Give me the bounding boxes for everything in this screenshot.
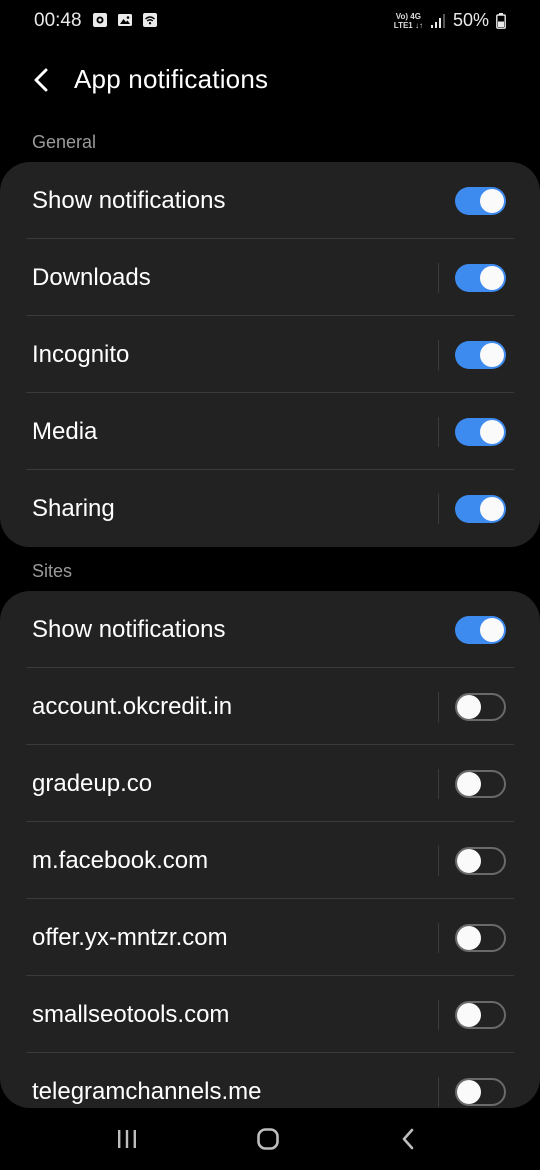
status-bar: 00:48 Vo) 4G LTE1 ↓↑ 50%: [0, 0, 540, 44]
battery-percentage: 50%: [452, 10, 489, 30]
vertical-separator: [438, 922, 439, 953]
row-label: gradeup.co: [32, 769, 153, 797]
toggle-switch[interactable]: [455, 846, 506, 875]
sites-row-smallseotools-com[interactable]: smallseotools.com: [0, 976, 540, 1053]
toggle-knob: [480, 419, 504, 444]
toggle-knob: [480, 496, 504, 521]
row-label: telegramchannels.me: [32, 1077, 262, 1105]
toggle-knob: [457, 925, 481, 950]
battery-icon: [496, 12, 506, 29]
row-label: Incognito: [32, 340, 130, 368]
row-label: offer.yx-mntzr.com: [32, 923, 228, 951]
vertical-separator: [438, 416, 439, 447]
back-arrow-icon[interactable]: [26, 64, 58, 96]
sites-row-offer-yx-mntzr-com[interactable]: offer.yx-mntzr.com: [0, 899, 540, 976]
general-row-media[interactable]: Media: [0, 393, 540, 470]
toggle-switch[interactable]: [455, 494, 506, 523]
toggle-knob: [480, 188, 504, 213]
row-label: Show notifications: [32, 615, 226, 643]
network-type-indicator: Vo) 4G LTE1 ↓↑: [393, 11, 423, 30]
vertical-separator: [438, 768, 439, 799]
page-title: App notifications: [74, 64, 269, 94]
toggle-switch[interactable]: [455, 923, 506, 952]
back-nav-icon[interactable]: [394, 1124, 424, 1154]
wifi-notification-icon: [143, 13, 157, 27]
vertical-separator: [438, 1076, 439, 1107]
general-row-incognito[interactable]: Incognito: [0, 316, 540, 393]
vertical-separator: [438, 999, 439, 1030]
toggle-switch[interactable]: [455, 417, 506, 446]
sites-row-account-okcredit-in[interactable]: account.okcredit.in: [0, 668, 540, 745]
section-header-general: General: [32, 132, 97, 152]
media-notification-icon: [93, 13, 107, 27]
toggle-switch[interactable]: [455, 1077, 506, 1106]
toggle-switch[interactable]: [455, 692, 506, 721]
toggle-switch[interactable]: [455, 340, 506, 369]
navigation-bar: [0, 1108, 540, 1170]
vertical-separator: [438, 493, 439, 524]
toggle-knob: [457, 1079, 481, 1104]
toggle-knob: [457, 771, 481, 796]
toggle-switch[interactable]: [455, 186, 506, 215]
vertical-separator: [438, 339, 439, 370]
status-time: 00:48: [34, 10, 82, 31]
toggle-switch[interactable]: [455, 769, 506, 798]
general-row-sharing[interactable]: Sharing: [0, 470, 540, 547]
toggle-switch[interactable]: [455, 263, 506, 292]
toggle-knob: [480, 342, 504, 367]
app-bar: App notifications: [0, 54, 540, 108]
toggle-switch[interactable]: [455, 1000, 506, 1029]
row-label: account.okcredit.in: [32, 692, 233, 720]
row-label: Downloads: [32, 263, 151, 291]
signal-strength-icon: [430, 13, 445, 28]
toggle-switch[interactable]: [455, 615, 506, 644]
section-header-sites: Sites: [32, 561, 73, 581]
recent-apps-icon[interactable]: [112, 1124, 142, 1154]
toggle-knob: [480, 617, 504, 642]
sites-settings-card: Show notifications account.okcredit.in gra…: [0, 591, 540, 1108]
toggle-knob: [457, 848, 481, 873]
status-system-icons: Vo) 4G LTE1 ↓↑ 50%: [394, 10, 506, 31]
toggle-knob: [480, 265, 504, 290]
status-notification-icons: [92, 12, 158, 28]
toggle-knob: [457, 694, 481, 719]
general-settings-card: Show notifications Downloads Incognito Medi…: [0, 162, 540, 547]
vertical-separator: [438, 845, 439, 876]
vertical-separator: [438, 262, 439, 293]
sites-row-telegramchannels-me[interactable]: telegramchannels.me: [0, 1053, 540, 1108]
toggle-knob: [457, 1002, 481, 1027]
vertical-separator: [438, 691, 439, 722]
general-row-downloads[interactable]: Downloads: [0, 239, 540, 316]
row-label: Show notifications: [32, 186, 226, 214]
general-row-show-notifications[interactable]: Show notifications: [0, 162, 540, 239]
sites-row-m-facebook-com[interactable]: m.facebook.com: [0, 822, 540, 899]
sites-row-show-notifications[interactable]: Show notifications: [0, 591, 540, 668]
row-label: Media: [32, 417, 98, 445]
row-label: smallseotools.com: [32, 1000, 230, 1028]
sites-row-gradeup-co[interactable]: gradeup.co: [0, 745, 540, 822]
gallery-icon: [118, 14, 132, 26]
home-icon[interactable]: [253, 1124, 283, 1154]
row-label: m.facebook.com: [32, 846, 209, 874]
row-label: Sharing: [32, 494, 115, 522]
